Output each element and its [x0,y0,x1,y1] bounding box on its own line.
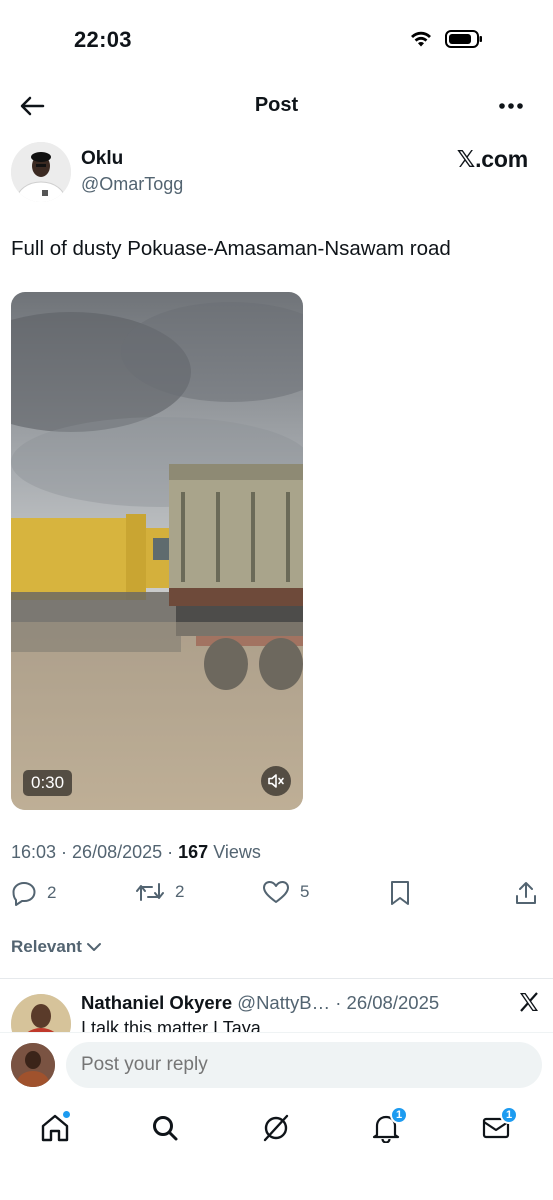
reply-sort-dropdown[interactable]: Relevant [11,937,102,957]
meta-separator: · [162,842,179,862]
post-time: 16:03 [11,842,57,862]
tab-notifications[interactable]: 1 [366,1106,408,1148]
share-button[interactable] [514,880,538,906]
battery-icon [445,30,483,53]
more-icon [499,103,523,109]
tab-messages[interactable]: 1 [476,1106,518,1148]
reply-input[interactable] [66,1042,542,1088]
reply-icon [12,882,36,906]
like-icon [263,881,289,903]
divider [0,978,553,979]
author-handle[interactable]: @OmarTogg [81,174,183,195]
tab-grok[interactable] [256,1108,296,1148]
repost-icon [136,883,164,901]
messages-badge: 1 [500,1106,518,1124]
reply-avatar[interactable] [11,994,71,1032]
author-avatar[interactable] [11,142,71,202]
post-meta: 16:03 · 26/08/2025 · 167 Views [11,842,261,863]
notifications-badge: 1 [390,1106,408,1124]
reply-count: 2 [47,883,57,902]
x-logo-icon [518,991,540,1020]
reply-text: I talk this matter I Taya [81,1018,261,1032]
post-text: Full of dusty Pokuase-Amasaman-Nsawam ro… [11,237,451,260]
author-name[interactable]: Oklu [81,148,123,170]
post-author: Oklu @OmarTogg 𝕏.com [11,140,542,204]
post-actions: 2 2 5 [0,880,553,912]
bookmark-button[interactable] [389,880,411,906]
post-date: 26/08/2025 [72,842,163,862]
repost-button[interactable]: 2 [135,880,184,904]
mute-button[interactable] [261,766,291,796]
tab-search[interactable] [145,1108,185,1148]
sort-label: Relevant [11,937,82,956]
status-icons [409,30,483,53]
video-thumbnail [11,292,303,810]
video-duration: 0:30 [23,770,73,796]
reply-date: · 26/08/2025 [335,992,440,1013]
reply-item[interactable]: Nathaniel Okyere @NattyB… · 26/08/2025 I… [11,988,542,1032]
post-header: Post [0,80,553,132]
user-avatar[interactable] [11,1043,55,1087]
search-icon [153,1116,178,1141]
reply-author-handle[interactable]: @NattyB… [237,992,330,1013]
reply-composer [0,1032,553,1096]
status-bar: 22:03 [0,0,553,80]
views-count: 167 [178,842,209,862]
repost-count: 2 [175,882,185,901]
page-title: Post [254,94,299,116]
tab-home[interactable] [35,1108,75,1148]
mute-icon [268,774,284,788]
home-notification-dot [62,1110,71,1119]
meta-separator: · [56,842,73,862]
like-count: 5 [300,882,310,901]
more-button[interactable] [495,92,527,120]
post-video[interactable]: 0:30 [11,292,303,810]
bookmark-icon [391,881,409,905]
like-button[interactable]: 5 [262,880,309,904]
grok-icon [263,1114,289,1142]
reply-author-name[interactable]: Nathaniel Okyere [81,992,232,1013]
status-time: 22:03 [74,27,132,52]
xcom-watermark: 𝕏.com [456,146,528,172]
bottom-tab-bar: 1 1 [0,1096,553,1200]
reply-button[interactable]: 2 [11,880,56,906]
reply-header: Nathaniel Okyere @NattyB… · 26/08/2025 [81,992,439,1014]
views-label: Views [213,842,261,862]
share-icon [516,882,536,904]
chevron-down-icon [86,943,101,951]
wifi-icon [409,30,433,53]
